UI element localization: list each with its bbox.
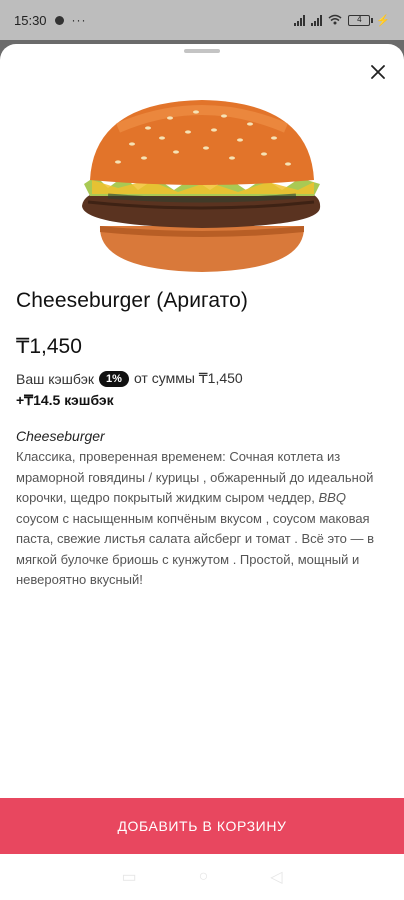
charging-icon: ⚡ <box>376 14 390 27</box>
cashback-info: Ваш кэшбэк 1% от суммы ₸1,450 <box>16 370 243 387</box>
signal-icon-2 <box>311 14 323 26</box>
description-part2: соусом с насыщенным копчёным вкусом , со… <box>16 510 375 588</box>
status-time: 15:30 <box>14 12 47 28</box>
battery-icon: 4 <box>348 14 374 26</box>
product-price: ₸1,450 <box>16 335 82 358</box>
cashback-badge: 1% <box>99 370 129 387</box>
menu-icon[interactable]: ▭ <box>121 867 136 887</box>
product-sheet: Cheeseburger (Аригато) ₸1,450 Ваш кэшбэк… <box>0 44 404 900</box>
system-nav-bar: ▭ ○ ◁ <box>0 854 404 900</box>
wifi-icon <box>328 13 342 28</box>
description-title: Cheeseburger <box>16 428 105 444</box>
notification-icon <box>54 15 64 25</box>
description-em: BBQ <box>318 490 346 505</box>
cashback-suffix: от суммы ₸1,450 <box>133 370 243 386</box>
cashback-prefix: Ваш кэшбэк <box>16 370 95 387</box>
cashback-amount: +₸14.5 кэшбэк <box>16 392 114 408</box>
more-icon: ··· <box>71 13 87 27</box>
status-bar: 15:30 ··· 4 ⚡ <box>0 0 404 40</box>
close-icon <box>371 65 385 79</box>
home-icon[interactable]: ○ <box>199 868 209 886</box>
burger-image <box>82 100 321 272</box>
product-description: Классика, проверенная временем: Сочная к… <box>16 447 392 591</box>
drag-handle[interactable] <box>184 49 220 53</box>
signal-icon <box>294 14 306 26</box>
product-title: Cheeseburger (Аригато) <box>16 289 249 312</box>
close-button[interactable] <box>366 60 390 84</box>
add-to-cart-button[interactable]: ДОБАВИТЬ В КОРЗИНУ <box>0 798 404 854</box>
back-icon[interactable]: ◁ <box>270 867 282 887</box>
